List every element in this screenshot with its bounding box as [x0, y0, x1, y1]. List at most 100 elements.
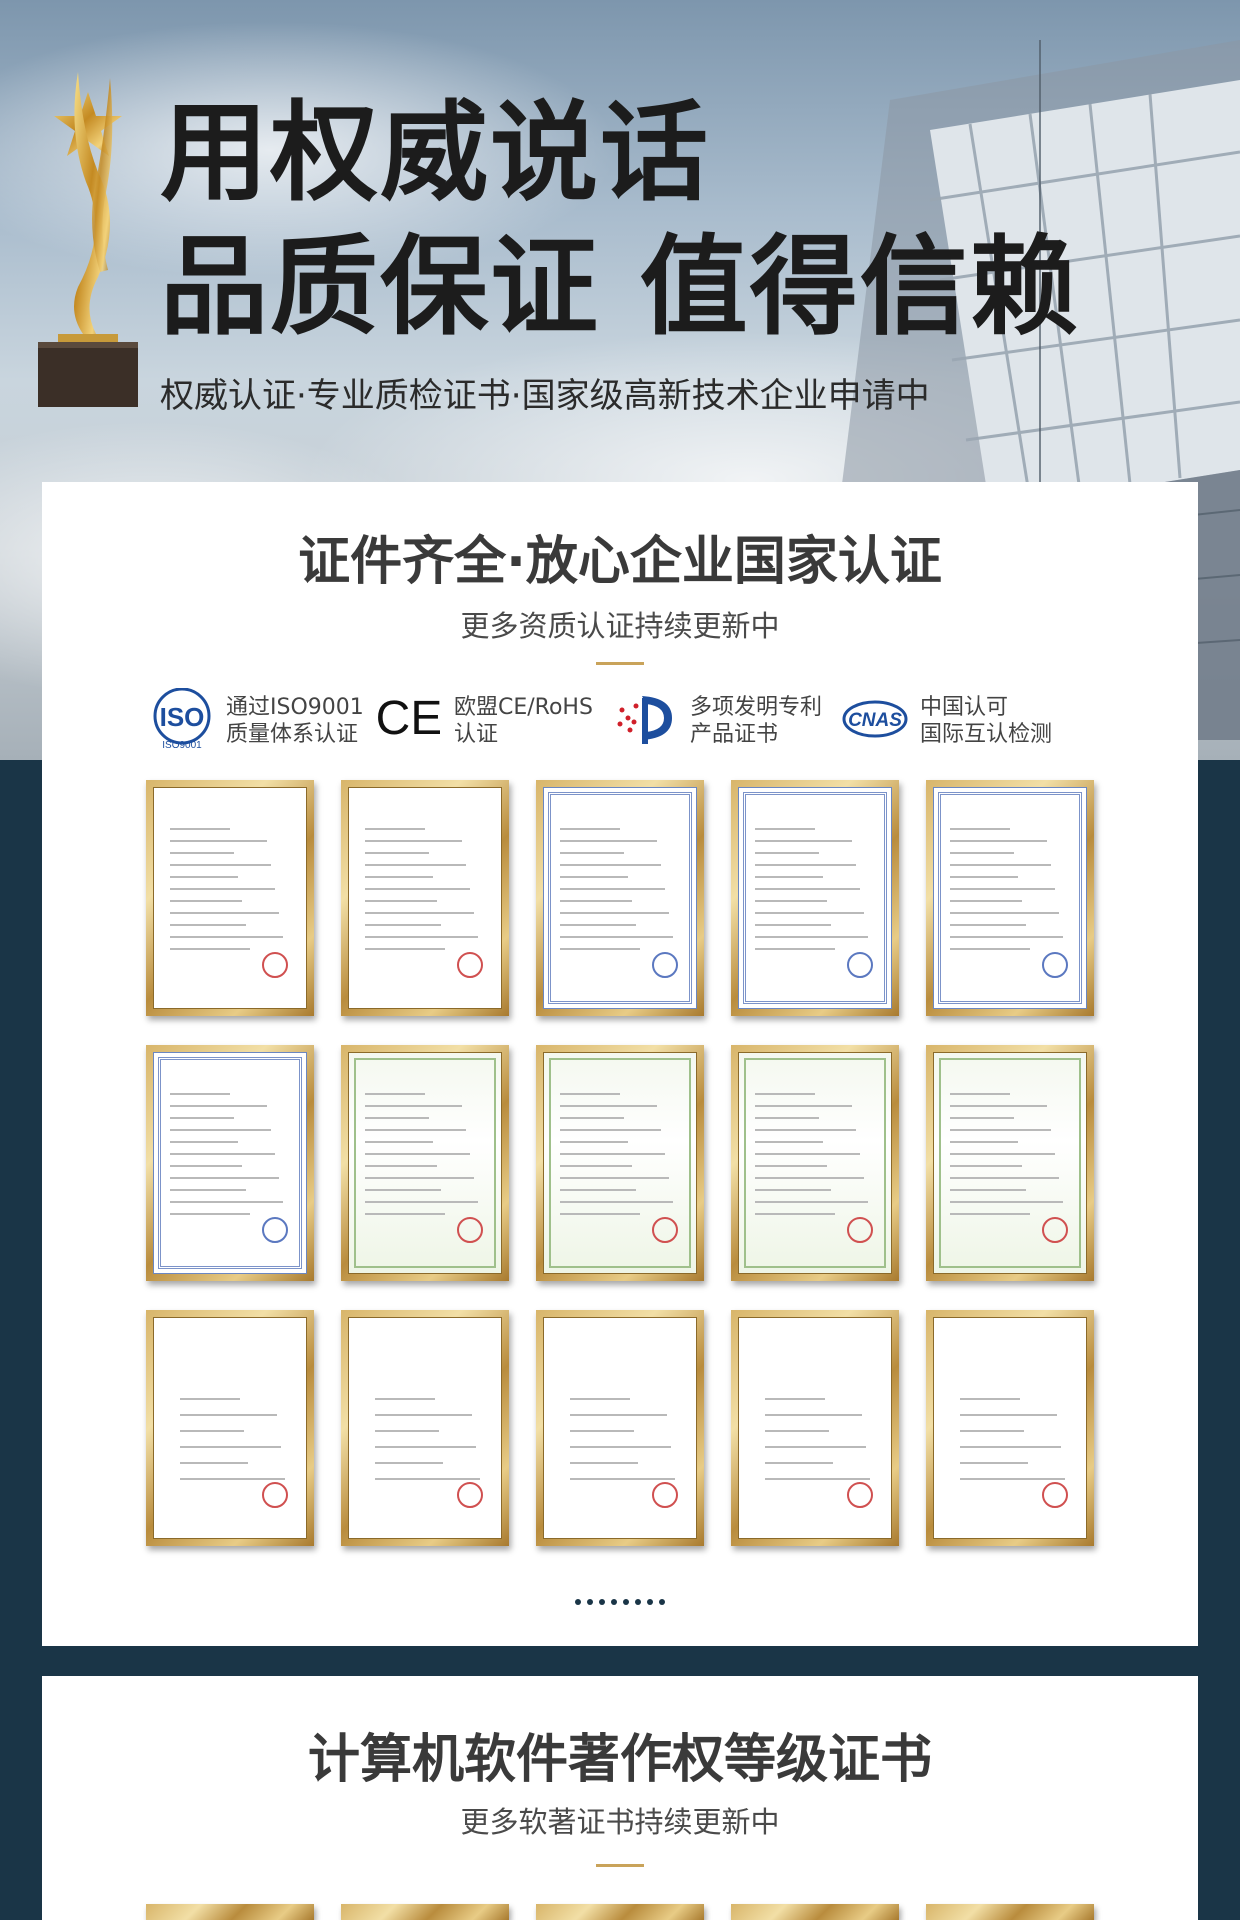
- badge-cnas-line1: 中国认可: [920, 695, 1009, 720]
- text-line: [560, 912, 669, 914]
- text-line: [170, 1213, 250, 1215]
- trophy-icon: [38, 72, 138, 407]
- text-line: [180, 1478, 285, 1480]
- text-line: [365, 1117, 429, 1119]
- text-line: [950, 912, 1059, 914]
- text-line: [570, 1398, 630, 1400]
- text-line: [755, 888, 860, 890]
- certificate-frame-report[interactable]: [926, 1310, 1094, 1546]
- certificate-frame-patent[interactable]: [926, 1045, 1094, 1281]
- pagination-dot[interactable]: [647, 1599, 653, 1605]
- pagination-dot[interactable]: [659, 1599, 665, 1605]
- seal-icon: [652, 1217, 678, 1243]
- certificate-frame-iso[interactable]: [341, 780, 509, 1016]
- pagination-dot[interactable]: [587, 1599, 593, 1605]
- certificate-document: [738, 787, 892, 1009]
- text-line: [560, 1129, 661, 1131]
- certificate-frame-report[interactable]: [731, 1310, 899, 1546]
- text-line: [170, 936, 283, 938]
- text-line: [950, 1189, 1026, 1191]
- text-line: [755, 852, 819, 854]
- seal-icon: [1042, 1217, 1068, 1243]
- certificate-document: [933, 1317, 1087, 1539]
- text-line: [365, 864, 466, 866]
- text-line: [170, 1105, 267, 1107]
- text-line: [180, 1462, 248, 1464]
- text-line: [375, 1414, 472, 1416]
- certificate-document: [738, 1317, 892, 1539]
- certificate-frame-patent[interactable]: [341, 1045, 509, 1281]
- hero-title-line1: 用权威说话: [160, 91, 711, 216]
- text-line: [950, 1165, 1022, 1167]
- pagination-dot[interactable]: [623, 1599, 629, 1605]
- text-line: [560, 852, 624, 854]
- text-line: [170, 1093, 230, 1095]
- text-line: [365, 1177, 474, 1179]
- text-line: [170, 912, 279, 914]
- text-line: [365, 1141, 433, 1143]
- text-line: [560, 1165, 632, 1167]
- text-line: [950, 900, 1022, 902]
- text-line: [755, 876, 823, 878]
- seal-icon: [262, 952, 288, 978]
- seal-icon: [262, 1217, 288, 1243]
- cnas-logo-icon: CNAS: [842, 700, 908, 738]
- section1-subtitle: 更多资质认证持续更新中: [460, 609, 780, 643]
- pagination-dots[interactable]: [0, 1590, 1240, 1609]
- certificate-frame-ce[interactable]: [536, 780, 704, 1016]
- pagination-dot[interactable]: [599, 1599, 605, 1605]
- badge-patent-line2: 产品证书: [690, 722, 779, 747]
- text-line: [170, 948, 250, 950]
- text-line: [950, 828, 1010, 830]
- certificate-frame-ce[interactable]: [146, 1045, 314, 1281]
- certificate-frame-copyright[interactable]: [731, 1904, 899, 1920]
- text-line: [570, 1446, 671, 1448]
- text-line: [755, 1201, 868, 1203]
- certificate-frame-copyright[interactable]: [926, 1904, 1094, 1920]
- text-line: [755, 912, 864, 914]
- certificate-frame-report[interactable]: [536, 1310, 704, 1546]
- certificate-frame-patent[interactable]: [536, 1045, 704, 1281]
- text-line: [170, 1201, 283, 1203]
- text-line: [365, 1153, 470, 1155]
- text-line: [950, 924, 1026, 926]
- certificate-frame-iso[interactable]: [146, 780, 314, 1016]
- pagination-dot[interactable]: [635, 1599, 641, 1605]
- text-line: [365, 840, 462, 842]
- text-line: [180, 1430, 244, 1432]
- text-line: [560, 1201, 673, 1203]
- text-line: [560, 888, 665, 890]
- text-line: [755, 1141, 823, 1143]
- text-line: [170, 852, 234, 854]
- certificate-frame-report[interactable]: [341, 1310, 509, 1546]
- text-line: [560, 864, 661, 866]
- text-line: [950, 888, 1055, 890]
- certificate-document: [933, 1052, 1087, 1274]
- text-line: [560, 876, 628, 878]
- iso-logo-sub: ISO9001: [162, 740, 202, 750]
- certificate-frame-ce[interactable]: [731, 780, 899, 1016]
- certificate-document: [153, 787, 307, 1009]
- text-line: [960, 1446, 1061, 1448]
- pagination-dot[interactable]: [611, 1599, 617, 1605]
- text-line: [570, 1414, 667, 1416]
- text-line: [950, 1213, 1030, 1215]
- text-line: [755, 1177, 864, 1179]
- badge-iso-line2: 质量体系认证: [226, 722, 359, 747]
- iso-logo-text: ISO: [160, 702, 205, 732]
- certificate-frame-ce[interactable]: [926, 780, 1094, 1016]
- certificate-frame-patent[interactable]: [731, 1045, 899, 1281]
- text-line: [765, 1462, 833, 1464]
- certificate-frame-copyright[interactable]: [146, 1904, 314, 1920]
- text-line: [365, 900, 437, 902]
- certificate-frame-copyright[interactable]: [536, 1904, 704, 1920]
- certificate-frame-copyright[interactable]: [341, 1904, 509, 1920]
- certificate-document: [543, 1317, 697, 1539]
- text-line: [560, 1189, 636, 1191]
- certificate-frame-report[interactable]: [146, 1310, 314, 1546]
- pagination-dot[interactable]: [575, 1599, 581, 1605]
- text-line: [375, 1462, 443, 1464]
- text-line: [950, 1177, 1059, 1179]
- text-line: [960, 1430, 1024, 1432]
- text-line: [755, 1153, 860, 1155]
